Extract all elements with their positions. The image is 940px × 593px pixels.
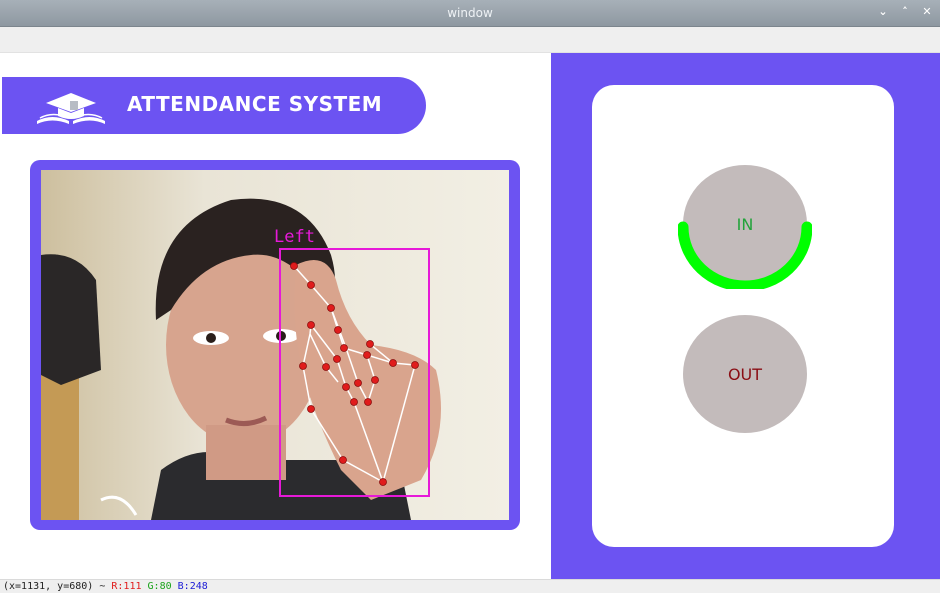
window-controls: ⌄ ˄ ✕ bbox=[876, 5, 934, 19]
right-panel: IN OUT bbox=[551, 53, 940, 579]
in-button[interactable]: IN bbox=[683, 165, 807, 283]
camera-frame: Left bbox=[30, 160, 520, 530]
graduation-book-icon bbox=[37, 93, 105, 124]
hand-label: Left bbox=[274, 227, 315, 247]
camera-feed: Left bbox=[41, 170, 509, 520]
close-icon[interactable]: ✕ bbox=[920, 5, 934, 19]
maximize-icon[interactable]: ˄ bbox=[898, 5, 912, 19]
status-bar: (x=1131, y=680) ~ R:111 G:80 B:248 bbox=[0, 579, 940, 593]
window-titlebar: window ⌄ ˄ ✕ bbox=[0, 0, 940, 27]
action-card: IN OUT bbox=[592, 85, 894, 547]
app-canvas: ATTENDANCE SYSTEM Left IN OUT bbox=[0, 53, 940, 579]
pixel-b: B:248 bbox=[177, 581, 208, 592]
window-toolbar bbox=[0, 27, 940, 53]
out-button[interactable]: OUT bbox=[683, 315, 807, 433]
camera-image: Left bbox=[41, 170, 509, 520]
minimize-icon[interactable]: ⌄ bbox=[876, 5, 890, 19]
left-panel: ATTENDANCE SYSTEM Left bbox=[0, 53, 551, 579]
cursor-coords: (x=1131, y=680) ~ bbox=[3, 581, 106, 592]
pixel-g: G:80 bbox=[147, 581, 172, 592]
pixel-r: R:111 bbox=[111, 581, 142, 592]
header-banner: ATTENDANCE SYSTEM bbox=[2, 77, 426, 134]
app-title: ATTENDANCE SYSTEM bbox=[127, 92, 383, 116]
window-title: window bbox=[447, 6, 493, 20]
